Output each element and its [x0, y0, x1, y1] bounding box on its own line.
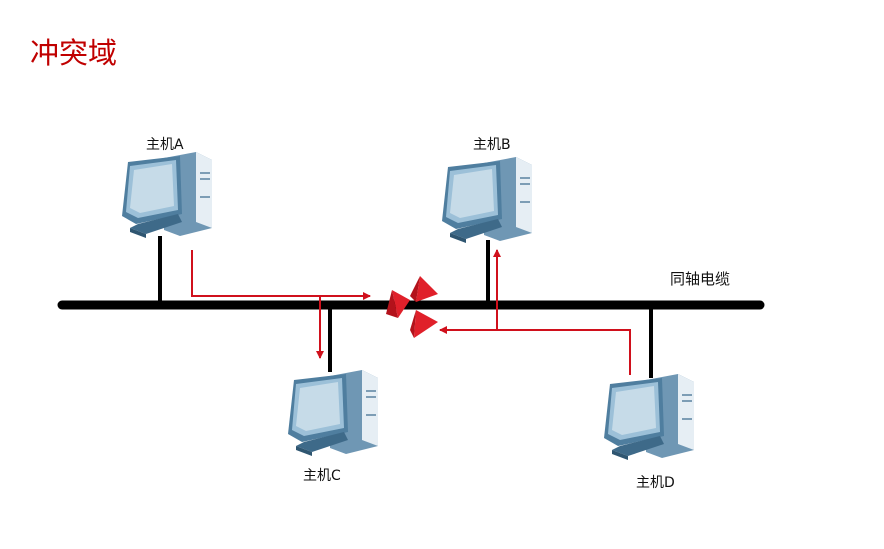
host-d-label: 主机D [636, 475, 675, 491]
host-b-label: 主机B [473, 137, 511, 153]
signal-arrow-d [439, 326, 631, 375]
coaxial-cable-label: 同轴电缆 [670, 270, 731, 288]
computer-icon-host-c [288, 370, 378, 456]
computer-icon-host-d [604, 374, 694, 460]
signal-arrow-a [191, 250, 371, 300]
computer-icon-host-a [122, 152, 212, 238]
host-a-label: 主机A [146, 137, 184, 153]
computer-icon-host-b [442, 157, 532, 243]
collision-domain-diagram [57, 152, 765, 460]
host-c-label: 主机C [303, 468, 341, 484]
